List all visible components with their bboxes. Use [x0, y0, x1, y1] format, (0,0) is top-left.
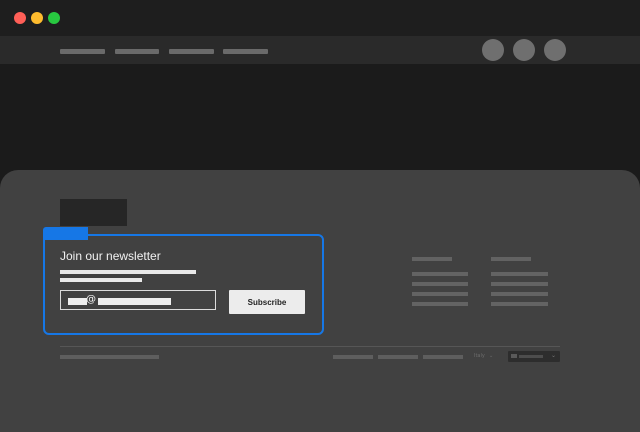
footer-link[interactable] [491, 292, 548, 296]
close-icon[interactable] [14, 12, 26, 24]
footer-column-heading [491, 257, 531, 261]
email-domain-part [98, 298, 171, 305]
footer-link[interactable] [491, 272, 548, 276]
logo-placeholder [60, 199, 127, 226]
footer-link[interactable] [412, 292, 468, 296]
footer-link[interactable] [412, 302, 468, 306]
chevron-down-icon: ⌄ [550, 352, 556, 359]
nav-link-placeholder[interactable] [223, 49, 268, 54]
legal-link[interactable] [378, 355, 418, 359]
footer-link[interactable] [412, 272, 468, 276]
flag-icon [511, 354, 517, 358]
minimize-icon[interactable] [31, 12, 43, 24]
newsletter-title: Join our newsletter [60, 249, 161, 263]
newsletter-description-line [60, 270, 196, 274]
account-icon[interactable] [482, 39, 504, 61]
email-at-symbol: @ [86, 294, 96, 305]
language-selector[interactable]: Italy [474, 353, 485, 359]
newsletter-signup: Join our newsletter @ Subscribe [43, 234, 324, 335]
title-bar [0, 0, 640, 36]
region-name-placeholder [519, 355, 543, 358]
legal-link[interactable] [333, 355, 373, 359]
browser-window: Join our newsletter @ Subscribe Italy ⌄ [0, 0, 640, 432]
nav-link-placeholder[interactable] [115, 49, 159, 54]
top-navigation [0, 36, 640, 64]
email-local-part [68, 298, 87, 305]
footer-panel: Join our newsletter @ Subscribe Italy ⌄ [0, 170, 640, 432]
cart-icon[interactable] [513, 39, 535, 61]
newsletter-description-line [60, 278, 142, 282]
menu-icon[interactable] [544, 39, 566, 61]
chevron-down-icon[interactable]: ⌄ [489, 353, 493, 359]
footer-divider [60, 346, 560, 347]
footer-link[interactable] [412, 282, 468, 286]
copyright-placeholder [60, 355, 159, 359]
maximize-icon[interactable] [48, 12, 60, 24]
footer-link[interactable] [491, 282, 548, 286]
email-input[interactable]: @ [60, 290, 216, 310]
nav-link-placeholder[interactable] [169, 49, 214, 54]
region-select[interactable]: ⌄ [508, 351, 560, 362]
footer-column-heading [412, 257, 452, 261]
nav-link-placeholder[interactable] [60, 49, 105, 54]
subscribe-button[interactable]: Subscribe [229, 290, 305, 314]
legal-link[interactable] [423, 355, 463, 359]
footer-link[interactable] [491, 302, 548, 306]
